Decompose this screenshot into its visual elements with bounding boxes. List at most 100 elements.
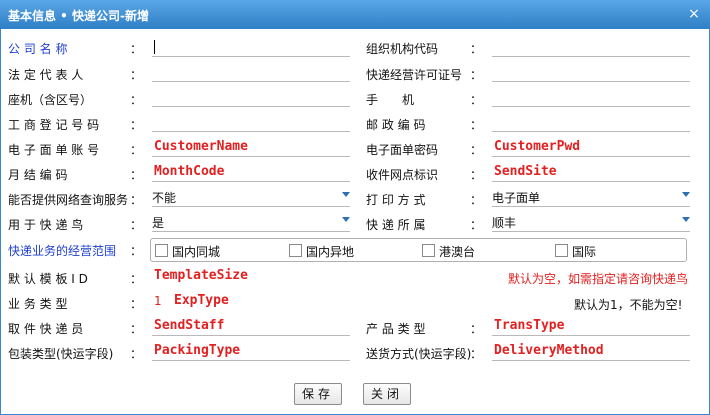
biz-type-prefix: 1 bbox=[154, 294, 162, 308]
colon: ： bbox=[470, 118, 483, 132]
eorder-account-value: CustomerName bbox=[154, 139, 248, 154]
colon: ： bbox=[130, 193, 143, 207]
template-note: 默认为空，如需指定请咨询快递鸟 bbox=[508, 272, 689, 286]
eorder-account-label: 电 子 面 单 账 号 bbox=[8, 143, 100, 157]
express-belongs-select[interactable]: 顺丰 bbox=[492, 213, 690, 232]
legal-rep-input[interactable] bbox=[152, 63, 350, 82]
mobile-input[interactable] bbox=[492, 88, 690, 107]
company-name-input[interactable] bbox=[152, 38, 350, 57]
product-type-label: 产 品 类 型 bbox=[366, 322, 426, 336]
month-code-label: 月 结 编 码 bbox=[8, 168, 68, 182]
business-reg-label: 工 商 登 记 号 码 bbox=[8, 118, 100, 132]
landline-input[interactable] bbox=[152, 88, 350, 107]
template-input[interactable]: TemplateSize bbox=[152, 267, 490, 286]
biz-type-value: ExpType bbox=[174, 293, 229, 308]
for-kuaidiniao-select[interactable]: 是 bbox=[152, 213, 350, 232]
send-site-input[interactable]: SendSite bbox=[492, 163, 690, 182]
pickup-input[interactable]: SendStaff bbox=[152, 317, 350, 336]
chevron-down-icon bbox=[682, 192, 690, 197]
month-code-input[interactable]: MonthCode bbox=[152, 163, 350, 182]
send-site-value: SendSite bbox=[494, 164, 557, 179]
scope-checkbox-international[interactable] bbox=[555, 244, 568, 257]
packing-input[interactable]: PackingType bbox=[152, 342, 350, 361]
scope-option-label: 国际 bbox=[572, 245, 597, 259]
company-name-label: 公 司 名 称 bbox=[8, 42, 68, 56]
template-label: 默 认 模 板 I D bbox=[8, 272, 88, 286]
license-no-input[interactable] bbox=[492, 63, 690, 82]
scope-checkbox-domestic[interactable] bbox=[289, 244, 302, 257]
save-button[interactable]: 保存 bbox=[294, 383, 342, 405]
scope-checkbox-local[interactable] bbox=[155, 244, 168, 257]
colon: ： bbox=[130, 244, 143, 258]
colon: ： bbox=[470, 347, 483, 361]
send-site-label: 收件网点标识 bbox=[366, 168, 439, 182]
colon: ： bbox=[130, 168, 143, 182]
packing-value: PackingType bbox=[154, 343, 241, 358]
scope-option-label: 港澳台 bbox=[439, 245, 476, 259]
scope-label: 快递业务的经营范围 bbox=[8, 244, 117, 258]
scope-option-label: 国内同城 bbox=[172, 245, 221, 259]
colon: ： bbox=[470, 168, 483, 182]
eorder-account-input[interactable]: CustomerName bbox=[152, 138, 350, 157]
pickup-value: SendStaff bbox=[154, 318, 225, 333]
product-type-input[interactable]: TransType bbox=[492, 317, 690, 336]
scope-checkbox-hk-mo-tw[interactable] bbox=[422, 244, 435, 257]
packing-label: 包装类型(快运字段) bbox=[8, 347, 114, 361]
chevron-down-icon bbox=[682, 217, 690, 222]
for-kuaidiniao-label: 用 于 快 递 鸟 bbox=[8, 218, 84, 232]
eorder-password-label: 电子面单密码 bbox=[366, 143, 439, 157]
colon: ： bbox=[130, 42, 143, 56]
business-reg-input[interactable] bbox=[152, 113, 350, 132]
colon: ： bbox=[130, 272, 143, 286]
colon: ： bbox=[130, 68, 143, 82]
network-query-value: 不能 bbox=[152, 191, 177, 205]
delivery-value: DeliveryMethod bbox=[494, 343, 604, 358]
network-query-label: 能否提供网络查询服务 bbox=[8, 193, 129, 207]
print-mode-select[interactable]: 电子面单 bbox=[492, 188, 690, 207]
biz-type-input[interactable]: 1 ExpType bbox=[152, 292, 490, 311]
colon: ： bbox=[470, 193, 483, 207]
biz-type-note: 默认为1，不能为空! bbox=[574, 298, 683, 312]
colon: ： bbox=[130, 93, 143, 107]
colon: ： bbox=[470, 218, 483, 232]
biz-type-label: 业 务 类 型 bbox=[8, 297, 68, 311]
license-no-label: 快递经营许可证号 bbox=[366, 68, 463, 82]
chevron-down-icon bbox=[342, 192, 350, 197]
legal-rep-label: 法 定 代 表 人 bbox=[8, 68, 84, 82]
for-kuaidiniao-value: 是 bbox=[152, 216, 165, 230]
eorder-password-input[interactable]: CustomerPwd bbox=[492, 138, 690, 157]
colon: ： bbox=[130, 118, 143, 132]
colon: ： bbox=[130, 218, 143, 232]
close-icon[interactable]: × bbox=[686, 6, 702, 22]
close-button[interactable]: 关闭 bbox=[363, 383, 411, 405]
express-belongs-label: 快 递 所 属 bbox=[366, 218, 426, 232]
org-code-label: 组织机构代码 bbox=[366, 42, 439, 56]
dialog-title: 基本信息 • 快递公司-新增 bbox=[8, 9, 150, 23]
dialog-titlebar: 基本信息 • 快递公司-新增 × bbox=[0, 0, 710, 29]
colon: ： bbox=[130, 322, 143, 336]
mobile-label: 手 机 bbox=[366, 93, 415, 107]
colon: ： bbox=[130, 297, 143, 311]
network-query-select[interactable]: 不能 bbox=[152, 188, 350, 207]
scope-group: 国内同城 国内异地 港澳台 国际 bbox=[150, 238, 687, 262]
colon: ： bbox=[470, 42, 483, 56]
org-code-input[interactable] bbox=[492, 38, 690, 57]
colon: ： bbox=[470, 93, 483, 107]
chevron-down-icon bbox=[342, 217, 350, 222]
delivery-input[interactable]: DeliveryMethod bbox=[492, 342, 690, 361]
colon: ： bbox=[130, 143, 143, 157]
postcode-label: 邮 政 编 码 bbox=[366, 118, 426, 132]
postcode-input[interactable] bbox=[492, 113, 690, 132]
eorder-password-value: CustomerPwd bbox=[494, 139, 581, 154]
print-mode-value: 电子面单 bbox=[492, 191, 541, 205]
colon: ： bbox=[470, 322, 483, 336]
colon: ： bbox=[470, 143, 483, 157]
template-value: TemplateSize bbox=[154, 268, 248, 283]
product-type-value: TransType bbox=[494, 318, 565, 333]
print-mode-label: 打 印 方 式 bbox=[366, 193, 426, 207]
express-belongs-value: 顺丰 bbox=[492, 216, 517, 230]
colon: ： bbox=[470, 68, 483, 82]
text-cursor bbox=[154, 40, 155, 54]
colon: ： bbox=[130, 347, 143, 361]
landline-label: 座机（含区号） bbox=[8, 93, 93, 107]
